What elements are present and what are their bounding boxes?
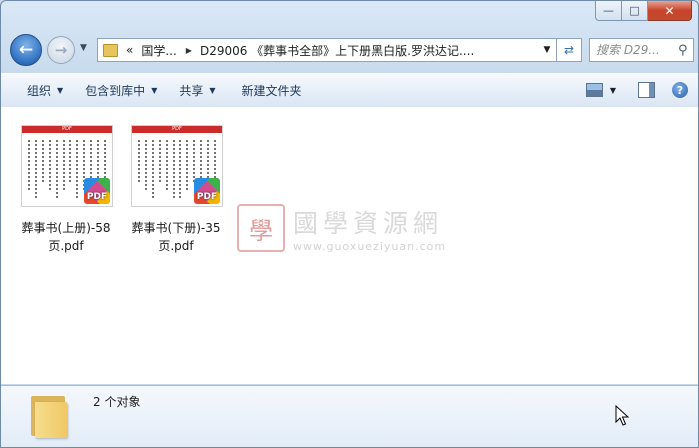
file-name[interactable]: 葬事书(下册)-35页.pdf [121,219,231,255]
breadcrumb-overflow[interactable]: « [126,43,133,57]
help-button[interactable]: ? [668,78,692,102]
help-icon: ? [672,82,688,98]
watermark-url: www.guoxueziyuan.com [293,239,447,253]
view-icon [585,83,603,97]
breadcrumb-separator-icon[interactable]: ▶ [186,46,192,55]
watermark-text: 國學資源網 www.guoxueziyuan.com [293,204,446,253]
refresh-button[interactable]: ⇄ [557,38,582,62]
new-folder-button[interactable]: 新建文件夹 [234,79,310,103]
forward-button[interactable]: → [47,36,75,64]
include-in-library-menu[interactable]: 包含到库中 ▼ [77,79,165,103]
command-bar: 组织 ▼ 包含到库中 ▼ 共享 ▼ 新建文件夹 ▼ ? [1,73,698,108]
file-item[interactable]: PDF PDF 葬事书(上册)-58页.pdf [11,115,113,265]
minimize-icon: — [603,4,614,17]
share-menu[interactable]: 共享 ▼ [171,79,223,103]
organize-label: 组织 [27,84,52,98]
chevron-down-icon: ▼ [151,86,158,95]
file-item[interactable]: PDF PDF 葬事书(下册)-35页.pdf [121,115,223,265]
address-history-dropdown[interactable]: ▼ [538,39,556,61]
back-arrow-icon: ← [18,40,34,60]
watermark-logo-icon: 學 [237,204,285,252]
chevron-down-icon: ▼ [57,86,64,95]
explorer-window: — □ ✕ ← → ▼ « 国学... ▶ D29006 《葬事书全部》上下册黑… [0,0,699,448]
search-input[interactable] [596,43,676,57]
watermark: 學 國學資源網 www.guoxueziyuan.com [237,203,467,253]
caption-buttons: — □ ✕ [595,1,692,21]
close-icon: ✕ [664,3,675,18]
thumbnail-header: PDF [22,126,112,133]
recent-pages-dropdown[interactable]: ▼ [80,43,87,53]
mouse-cursor-icon [615,405,629,426]
chevron-down-icon: ▼ [80,43,87,53]
maximize-button[interactable]: □ [622,1,648,21]
item-count: 2 个对象 [93,395,141,409]
pdf-file-icon: PDF [194,178,220,204]
file-name[interactable]: 葬事书(上册)-58页.pdf [11,219,121,255]
breadcrumb-item-guoxue[interactable]: 国学... [141,42,176,59]
thumbnail-header: PDF [132,126,222,133]
change-view-button[interactable] [582,78,606,102]
preview-pane-button[interactable] [634,78,658,102]
chevron-down-icon: ▼ [609,85,617,95]
folder-icon [29,392,71,438]
watermark-title: 國學資源網 [293,208,444,238]
new-folder-label: 新建文件夹 [241,84,302,98]
preview-pane-icon [637,82,655,98]
share-label: 共享 [179,84,204,98]
search-icon[interactable]: ⚲ [678,43,688,58]
view-controls: ▼ ? [576,78,692,102]
include-in-library-label: 包含到库中 [85,84,146,98]
view-options-dropdown[interactable]: ▼ [606,78,620,102]
back-button[interactable]: ← [10,34,42,66]
details-pane: 2 个对象 [1,385,698,447]
breadcrumb-item-current[interactable]: D29006 《葬事书全部》上下册黑白版.罗洪达记.... [200,42,474,59]
file-list[interactable]: PDF PDF 葬事书(上册)-58页.pdf PDF PDF 葬事书(下册)-… [1,107,698,384]
forward-arrow-icon: → [54,41,68,59]
address-bar[interactable]: « 国学... ▶ D29006 《葬事书全部》上下册黑白版.罗洪达记.... … [97,38,557,62]
minimize-button[interactable]: — [595,1,622,21]
chevron-down-icon: ▼ [209,86,216,95]
maximize-icon: □ [629,4,640,17]
refresh-icon: ⇄ [563,43,575,57]
organize-menu[interactable]: 组织 ▼ [19,79,71,103]
search-box[interactable]: ⚲ [589,38,694,62]
chevron-down-icon: ▼ [543,45,551,55]
pdf-file-icon: PDF [84,178,110,204]
folder-icon [103,43,118,57]
close-button[interactable]: ✕ [648,1,692,21]
